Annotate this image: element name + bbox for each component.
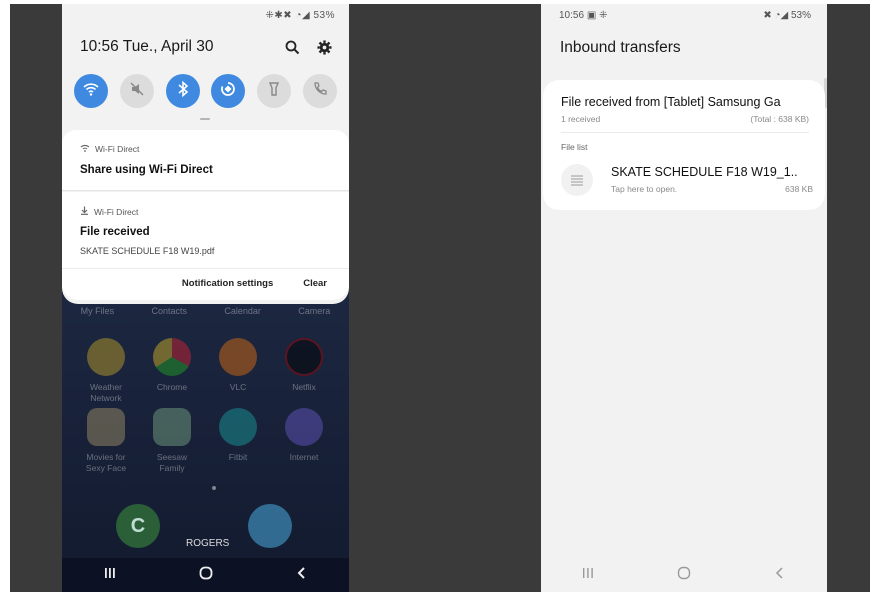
auto-rotate-icon bbox=[219, 80, 237, 103]
file-name: SKATE SCHEDULE F18 W19_1.. bbox=[611, 165, 798, 179]
status-bar: ⁜✱✖ ◔◢ 53% bbox=[265, 10, 335, 21]
notification-file-received[interactable]: Wi-Fi Direct File received SKATE SCHEDUL… bbox=[62, 192, 349, 300]
recents-icon[interactable] bbox=[103, 566, 117, 585]
received-count: 1 received bbox=[561, 114, 601, 124]
carrier-label: ROGERS bbox=[186, 538, 230, 549]
app-chrome[interactable]: Chrome bbox=[146, 338, 198, 404]
app-grid-row-1: Weather Network Chrome VLC Netflix bbox=[80, 338, 330, 404]
flashlight-toggle[interactable] bbox=[257, 74, 292, 108]
home-label: My Files bbox=[80, 306, 115, 316]
status-time: 10:56 bbox=[559, 10, 585, 21]
notification-app-row: Wi-Fi Direct bbox=[80, 206, 138, 217]
home-icon[interactable] bbox=[676, 565, 692, 586]
shade-handle[interactable] bbox=[200, 118, 210, 120]
search-icon[interactable] bbox=[283, 38, 301, 56]
home-label: Calendar bbox=[224, 306, 261, 316]
app-weather-network[interactable]: Weather Network bbox=[80, 338, 132, 404]
bluetooth-toggle[interactable] bbox=[165, 74, 200, 108]
file-open-hint: Tap here to open. bbox=[611, 184, 678, 194]
left-phone-screen: My Files Contacts Calendar Camera Weathe… bbox=[62, 4, 349, 592]
file-size: 638 KB bbox=[785, 184, 813, 194]
notification-title: Share using Wi-Fi Direct bbox=[80, 164, 213, 176]
divider bbox=[561, 132, 809, 133]
bluetooth-icon bbox=[176, 80, 190, 103]
page-indicator bbox=[212, 486, 216, 490]
notification-actions: Notification settings Clear bbox=[182, 278, 327, 289]
app-vlc[interactable]: VLC bbox=[212, 338, 264, 404]
wifi-direct-icon bbox=[80, 144, 90, 154]
wifi-calling-icon bbox=[312, 81, 328, 102]
clear-button[interactable]: Clear bbox=[303, 278, 327, 289]
middle-backdrop bbox=[349, 4, 541, 592]
clock-time: 10:56 bbox=[80, 38, 119, 55]
file-list-item[interactable]: SKATE SCHEDULE F18 W19_1.. Tap here to o… bbox=[561, 162, 813, 202]
document-icon bbox=[561, 164, 593, 196]
received-total: (Total : 638 KB) bbox=[750, 114, 809, 124]
notification-shade: ⁜✱✖ ◔◢ 53% 10:56 Tue., April 30 Wi-Fi Dir… bbox=[62, 4, 349, 304]
status-right: ✖ ◔◢ 53% bbox=[763, 10, 811, 21]
home-icon[interactable] bbox=[198, 565, 214, 586]
status-left-icons: ▣ ⁜ bbox=[586, 10, 608, 21]
left-backdrop bbox=[10, 4, 62, 592]
app-internet[interactable]: Internet bbox=[278, 408, 330, 474]
app-netflix[interactable]: Netflix bbox=[278, 338, 330, 404]
messages-app-icon[interactable] bbox=[248, 504, 292, 548]
notification-share-wifi-direct[interactable]: Wi-Fi Direct Share using Wi-Fi Direct bbox=[62, 130, 349, 191]
right-phone-screen: 10:56 ▣ ⁜ ✖ ◔◢ 53% Inbound transfers Fil… bbox=[541, 4, 827, 592]
recents-icon[interactable] bbox=[581, 566, 595, 585]
transfer-panel: File received from [Tablet] Samsung Ga 1… bbox=[543, 80, 825, 210]
received-title: File received from [Tablet] Samsung Ga bbox=[561, 95, 781, 109]
home-label: Contacts bbox=[151, 306, 188, 316]
back-icon[interactable] bbox=[295, 566, 309, 585]
quick-toggles bbox=[74, 74, 337, 108]
app-movies-folder[interactable]: Movies for Sexy Face bbox=[80, 408, 132, 474]
notification-app-name: Wi-Fi Direct bbox=[95, 144, 140, 154]
app-seesaw-family[interactable]: Seesaw Family bbox=[146, 408, 198, 474]
shade-top-icons bbox=[283, 38, 333, 56]
page-title: Inbound transfers bbox=[560, 39, 681, 56]
wifi-icon bbox=[82, 80, 100, 103]
wifi-calling-toggle[interactable] bbox=[302, 74, 337, 108]
notification-title: File received bbox=[80, 226, 150, 238]
mute-icon bbox=[129, 81, 145, 102]
sound-toggle[interactable] bbox=[119, 74, 154, 108]
file-list-label: File list bbox=[561, 142, 588, 152]
clock-date: 10:56 Tue., April 30 bbox=[80, 38, 214, 56]
status-left: 10:56 ▣ ⁜ bbox=[559, 10, 607, 21]
navigation-bar bbox=[62, 558, 349, 592]
flashlight-icon bbox=[267, 80, 281, 103]
notification-filename: SKATE SCHEDULE F18 W19.pdf bbox=[80, 246, 215, 256]
right-backdrop bbox=[827, 4, 870, 592]
notification-settings-button[interactable]: Notification settings bbox=[182, 278, 273, 289]
divider bbox=[62, 268, 349, 269]
auto-rotate-toggle[interactable] bbox=[211, 74, 246, 108]
status-bar: 10:56 ▣ ⁜ ✖ ◔◢ 53% bbox=[559, 10, 811, 21]
wifi-toggle[interactable] bbox=[74, 74, 108, 108]
app-fitbit[interactable]: Fitbit bbox=[212, 408, 264, 474]
gear-icon[interactable] bbox=[315, 38, 333, 56]
navigation-bar bbox=[541, 558, 827, 592]
download-icon bbox=[80, 206, 89, 217]
date-label: Tue., April 30 bbox=[122, 38, 214, 55]
notification-app-name: Wi-Fi Direct bbox=[94, 206, 139, 217]
home-dock-labels: My Files Contacts Calendar Camera bbox=[62, 306, 349, 316]
app-grid-row-2: Movies for Sexy Face Seesaw Family Fitbi… bbox=[80, 408, 330, 474]
notification-app-row: Wi-Fi Direct bbox=[80, 144, 139, 154]
phone-app-icon[interactable]: C bbox=[116, 504, 160, 548]
back-icon[interactable] bbox=[773, 566, 787, 585]
home-label: Camera bbox=[298, 306, 331, 316]
